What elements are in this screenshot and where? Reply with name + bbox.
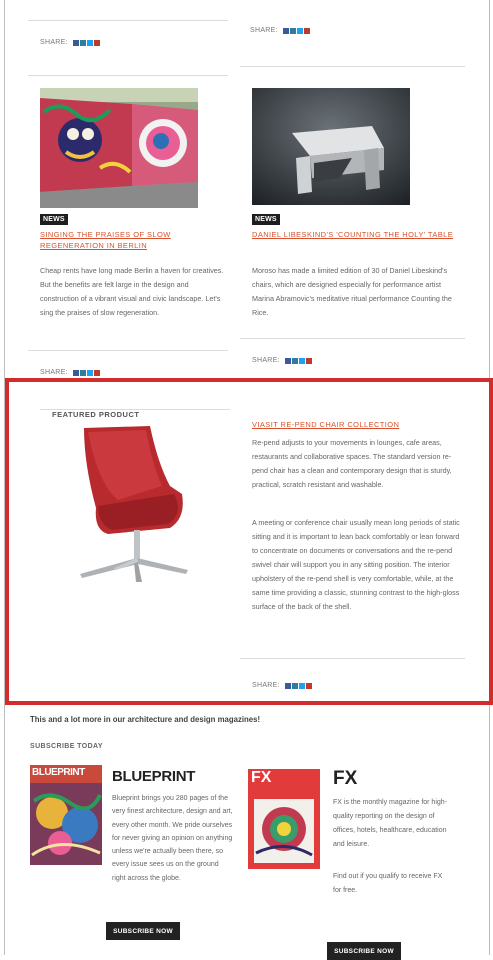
twitter-icon[interactable] <box>86 39 93 46</box>
twitter-icon[interactable] <box>86 369 93 376</box>
featured-paragraph-1: Re-pend adjusts to your movements in lou… <box>252 438 452 489</box>
share-bar: SHARE: <box>40 39 101 46</box>
fx-subscribe-button[interactable]: SUBSCRIBE NOW <box>327 942 401 960</box>
facebook-icon[interactable] <box>282 27 289 34</box>
share-bar: SHARE: <box>250 27 311 34</box>
google-plus-icon[interactable] <box>79 369 86 376</box>
share-label: SHARE: <box>252 682 280 689</box>
fx-description: FX is the monthly magazine for high-qual… <box>333 799 447 848</box>
article-summary: Cheap rents have long made Berlin a have… <box>40 266 224 317</box>
divider <box>28 350 228 351</box>
divider <box>240 658 465 659</box>
blueprint-title: BLUEPRINT <box>112 768 196 785</box>
libeskind-chair-image[interactable] <box>252 88 410 205</box>
share-bar: SHARE: <box>252 357 313 364</box>
magazines-promo-intro: This and a lot more in our architecture … <box>30 715 261 724</box>
email-icon[interactable] <box>93 39 100 46</box>
news-badge: NEWS <box>40 214 68 225</box>
email-icon[interactable] <box>305 682 312 689</box>
divider <box>240 66 465 67</box>
featured-paragraph-2: A meeting or conference chair usually me… <box>252 518 460 611</box>
google-plus-icon[interactable] <box>79 39 86 46</box>
share-label: SHARE: <box>250 27 278 34</box>
repend-chair-image[interactable] <box>58 424 198 584</box>
article-summary: Moroso has made a limited edition of 30 … <box>252 266 452 317</box>
article-headline-link[interactable]: SINGING THE PRAISES OF SLOW REGENERATION… <box>40 229 215 251</box>
facebook-icon[interactable] <box>72 39 79 46</box>
facebook-icon[interactable] <box>284 682 291 689</box>
graffiti-article-image[interactable] <box>40 88 198 208</box>
chair-image-graphic <box>252 88 410 205</box>
blueprint-description: Blueprint brings you 280 pages of the ve… <box>112 795 233 882</box>
fx-cover-image[interactable]: FX <box>248 769 320 869</box>
divider <box>240 338 465 339</box>
fx-title: FX <box>333 768 358 789</box>
twitter-icon[interactable] <box>298 357 305 364</box>
divider <box>28 20 228 21</box>
featured-product-label: FEATURED PRODUCT <box>52 410 140 419</box>
graffiti-image-graphic <box>40 88 198 208</box>
fx-cover-masthead: FX <box>251 769 272 786</box>
email-icon[interactable] <box>93 369 100 376</box>
share-label: SHARE: <box>40 369 68 376</box>
red-chair-graphic <box>80 426 188 582</box>
news-badge: NEWS <box>252 214 280 225</box>
share-bar: SHARE: <box>252 682 313 689</box>
blueprint-cover-graphic <box>30 765 102 865</box>
article-headline-link[interactable]: DANIEL LIBESKIND'S 'COUNTING THE HOLY' T… <box>252 229 467 240</box>
email-icon[interactable] <box>303 27 310 34</box>
blueprint-subscribe-button[interactable]: SUBSCRIBE NOW <box>106 922 180 940</box>
share-label: SHARE: <box>252 357 280 364</box>
share-label: SHARE: <box>40 39 68 46</box>
share-bar: SHARE: <box>40 369 101 376</box>
twitter-icon[interactable] <box>298 682 305 689</box>
fx-qualify-text: Find out if you qualify to receive FX fo… <box>333 873 443 894</box>
subscribe-today-label: SUBSCRIBE TODAY <box>30 743 103 750</box>
divider <box>28 75 228 76</box>
featured-headline-link[interactable]: VIASIT RE-PEND CHAIR COLLECTION <box>252 419 462 430</box>
google-plus-icon[interactable] <box>289 27 296 34</box>
twitter-icon[interactable] <box>296 27 303 34</box>
google-plus-icon[interactable] <box>291 357 298 364</box>
facebook-icon[interactable] <box>72 369 79 376</box>
google-plus-icon[interactable] <box>291 682 298 689</box>
facebook-icon[interactable] <box>284 357 291 364</box>
blueprint-cover-image[interactable]: BLUEPRINT <box>30 765 102 865</box>
blueprint-cover-masthead: BLUEPRINT <box>32 767 85 778</box>
email-icon[interactable] <box>305 357 312 364</box>
